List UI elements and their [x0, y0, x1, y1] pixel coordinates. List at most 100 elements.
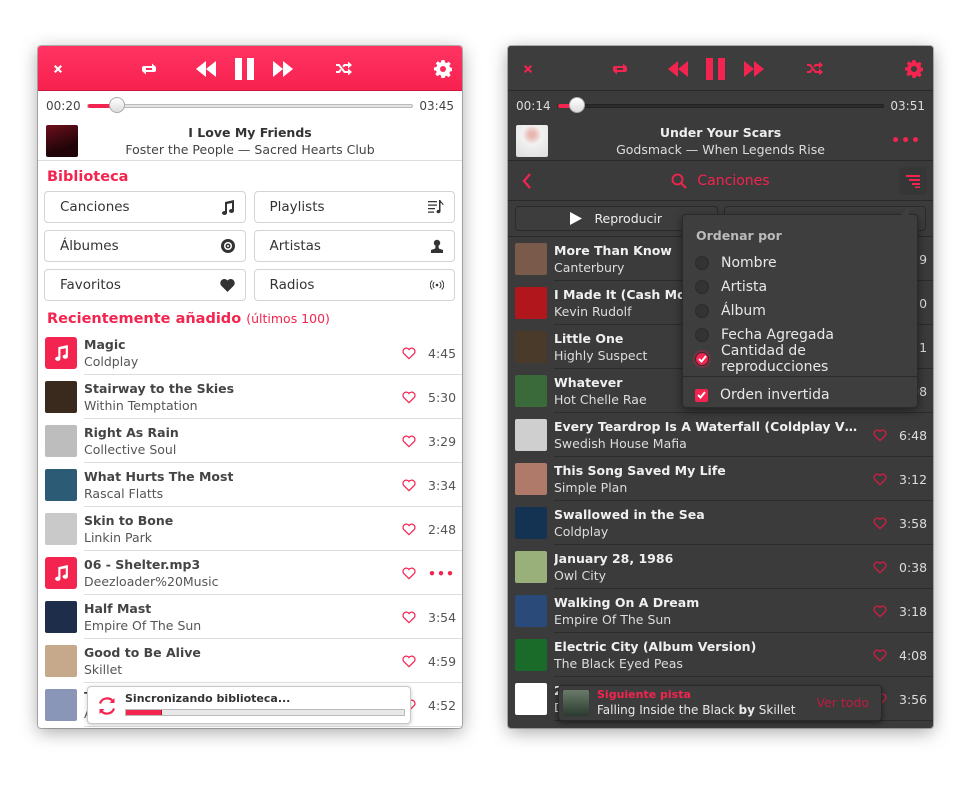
seek-slider[interactable]	[86, 97, 414, 113]
pause-icon	[235, 57, 254, 80]
settings-button[interactable]	[903, 46, 925, 91]
shuffle-button[interactable]	[805, 46, 825, 91]
play-icon	[570, 212, 583, 225]
next-icon	[273, 60, 293, 77]
sort-button[interactable]	[899, 167, 927, 195]
previous-button[interactable]	[666, 46, 690, 91]
track-row[interactable]: This Song Saved My Life Simple Plan 3:12	[508, 457, 933, 501]
track-duration: 3:54	[428, 609, 457, 625]
track-row[interactable]: What Hurts The Most Rascal Flatts 3:34	[38, 463, 462, 507]
favorite-heart-icon[interactable]	[402, 523, 416, 536]
track-title: What Hurts The Most	[84, 469, 234, 484]
sort-option[interactable]: Nombre	[683, 251, 917, 275]
next-button[interactable]	[271, 46, 295, 91]
favorite-heart-icon[interactable]	[873, 649, 887, 662]
light-player-window: 00:20 03:45 I Love My Friends Foster the…	[38, 46, 462, 728]
favorite-heart-icon[interactable]	[402, 567, 416, 580]
settings-button[interactable]	[432, 46, 454, 91]
track-more-button[interactable]: •••	[428, 566, 454, 581]
track-duration: 4:52	[428, 697, 457, 713]
favorite-heart-icon[interactable]	[402, 479, 416, 492]
library-tile-playlists[interactable]: Playlists	[253, 191, 455, 223]
sort-popover: Ordenar por Nombre Artista Álbum Fecha Agre…	[682, 206, 918, 408]
track-cover	[515, 331, 547, 363]
track-artist: Linkin Park	[84, 530, 152, 545]
track-row[interactable]: Stairway to the Skies Within Temptation 5:…	[38, 375, 462, 419]
sort-option-label: Cantidad de reproducciones	[721, 343, 829, 375]
library-tile-favoritos[interactable]: Favoritos	[44, 269, 246, 301]
track-title: This Song Saved My Life	[554, 463, 726, 478]
favorite-heart-icon[interactable]	[873, 473, 887, 486]
favorite-heart-icon[interactable]	[402, 435, 416, 448]
favorite-heart-icon[interactable]	[402, 391, 416, 404]
seek-handle[interactable]	[108, 97, 125, 113]
track-cover	[45, 689, 77, 721]
seek-slider[interactable]	[556, 97, 885, 113]
library-tile-artistas[interactable]: Artistas	[253, 230, 455, 262]
close-button[interactable]	[516, 46, 540, 91]
track-artist: Deezloader%20Music	[84, 574, 219, 589]
back-icon[interactable]	[522, 173, 532, 189]
track-row[interactable]: Half Mast Empire Of The Sun 3:54	[38, 595, 462, 639]
favorite-heart-icon[interactable]	[873, 429, 887, 442]
track-artist: Rascal Flatts	[84, 486, 164, 501]
tile-label: Álbumes	[60, 238, 119, 254]
now-playing-cover[interactable]	[516, 124, 548, 157]
elapsed-time: 00:14	[516, 99, 551, 113]
recent-subtitle: (últimos 100)	[246, 311, 330, 326]
pause-button[interactable]	[232, 46, 258, 91]
favorite-heart-icon[interactable]	[402, 611, 416, 624]
more-options-button[interactable]: •••	[891, 133, 921, 149]
sync-progress-bar	[125, 709, 405, 716]
track-duration: 0:38	[899, 559, 928, 575]
track-row[interactable]: January 28, 1986 Owl City 0:38	[508, 545, 933, 589]
next-track-toast[interactable]: Siguiente pista Falling Inside the Black…	[558, 685, 882, 721]
track-row[interactable]: 06 - Shelter.mp3 Deezloader%20Music •••	[38, 551, 462, 595]
track-row[interactable]: Good to Be Alive Skillet 4:59	[38, 639, 462, 683]
sort-option-label: Artista	[721, 279, 768, 295]
sync-icon	[98, 697, 116, 715]
favorite-heart-icon[interactable]	[402, 655, 416, 668]
track-cover	[515, 463, 547, 495]
music-note-icon	[54, 345, 68, 361]
repeat-button[interactable]	[138, 46, 160, 91]
track-row[interactable]: Walking On A Dream Empire Of The Sun 3:18	[508, 589, 933, 633]
track-row[interactable]: Right As Rain Collective Soul 3:29	[38, 419, 462, 463]
track-duration: 3:58	[899, 515, 928, 531]
recent-title: Recientemente añadido	[47, 311, 242, 327]
track-row[interactable]: Electric City (Album Version) The Black E…	[508, 633, 933, 677]
close-button[interactable]	[46, 46, 70, 91]
shuffle-button[interactable]	[334, 46, 354, 91]
library-tile-radios[interactable]: Radios	[253, 269, 455, 301]
next-track-artist: Skillet	[758, 703, 796, 717]
search-icon[interactable]	[671, 173, 688, 189]
repeat-button[interactable]	[609, 46, 631, 91]
sort-option[interactable]: Artista	[683, 275, 917, 299]
seek-handle[interactable]	[569, 97, 586, 113]
track-cover	[515, 595, 547, 627]
sort-option[interactable]: Álbum	[683, 299, 917, 323]
reverse-order-checkbox[interactable]: Orden invertida	[683, 383, 917, 407]
track-artist: The Black Eyed Peas	[554, 656, 683, 671]
favorite-heart-icon[interactable]	[873, 605, 887, 618]
playlist-icon	[428, 200, 444, 214]
tile-label: Radios	[269, 277, 315, 293]
next-button[interactable]	[742, 46, 766, 91]
favorite-heart-icon[interactable]	[873, 517, 887, 530]
now-playing-cover[interactable]	[46, 124, 78, 157]
favorite-heart-icon[interactable]	[402, 347, 416, 360]
track-row[interactable]: Magic Coldplay 4:45	[38, 331, 462, 375]
sort-option[interactable]: Cantidad de reproducciones	[683, 343, 917, 375]
library-tile-albumes[interactable]: Álbumes	[44, 230, 246, 262]
track-cover	[45, 601, 77, 633]
pause-button[interactable]	[703, 46, 729, 91]
library-grid: Canciones Playlists Álbumes Artistas Fav…	[38, 189, 462, 301]
view-all-link[interactable]: Ver todo	[816, 695, 869, 710]
songs-nav-bar: Canciones	[508, 161, 933, 201]
track-row[interactable]: Swallowed in the Sea Coldplay 3:58	[508, 501, 933, 545]
previous-button[interactable]	[194, 46, 218, 91]
track-row[interactable]: Skin to Bone Linkin Park 2:48	[38, 507, 462, 551]
library-tile-canciones[interactable]: Canciones	[44, 191, 246, 223]
favorite-heart-icon[interactable]	[873, 561, 887, 574]
track-row[interactable]: Every Teardrop Is A Waterfall (Coldplay …	[508, 413, 933, 457]
